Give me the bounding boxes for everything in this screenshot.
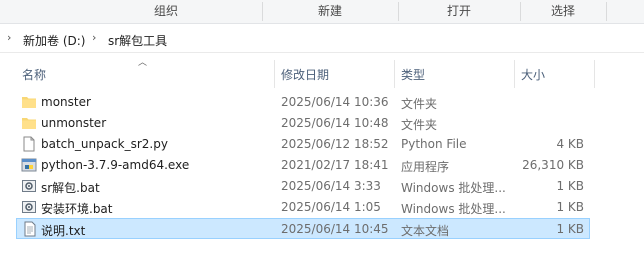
file-type: 文件夹	[401, 118, 438, 132]
file-type: 文本文档	[401, 224, 450, 238]
file-name: 说明.txt	[41, 224, 86, 238]
file-name: python-3.7.9-amd64.exe	[41, 158, 190, 172]
ribbon-group-select[interactable]: 选择	[520, 0, 606, 22]
ribbon-divider	[606, 2, 607, 21]
folder-icon	[21, 115, 37, 131]
file-row-readme-txt[interactable]: 说明.txt 2025/06/14 10:45 文本文档 1 KB	[16, 218, 590, 239]
chevron-right-icon[interactable]: ›	[7, 31, 11, 44]
ribbon-group-new[interactable]: 新建	[262, 0, 398, 22]
column-header-type[interactable]: 类型	[401, 66, 425, 83]
file-name: monster	[41, 95, 91, 109]
breadcrumb[interactable]: › 新加卷 (D:) › sr解包工具	[0, 25, 644, 53]
file-type: 文件夹	[401, 97, 438, 111]
column-divider[interactable]	[514, 60, 515, 88]
text-file-icon	[22, 221, 38, 237]
file-name: 安装环境.bat	[41, 202, 113, 216]
installer-icon	[21, 157, 37, 173]
column-divider[interactable]	[394, 60, 395, 88]
column-header-name[interactable]: 名称	[22, 66, 46, 83]
file-row-unmonster[interactable]: unmonster 2025/06/14 10:48 文件夹	[16, 113, 590, 134]
file-modified: 2025/06/14 10:45	[281, 222, 389, 236]
file-type: Windows 批处理...	[401, 181, 506, 195]
file-name: unmonster	[41, 116, 107, 130]
file-modified: 2025/06/14 3:33	[281, 179, 381, 193]
file-row-sr-unpack-bat[interactable]: sr解包.bat 2025/06/14 3:33 Windows 批处理... …	[16, 176, 590, 197]
column-header-row: ︿ 名称 修改日期 类型 大小	[0, 55, 644, 89]
file-name: batch_unpack_sr2.py	[41, 137, 168, 151]
ribbon-group-open[interactable]: 打开	[398, 0, 520, 22]
file-size: 1 KB	[556, 222, 584, 236]
document-icon	[21, 136, 37, 152]
breadcrumb-folder[interactable]: sr解包工具	[108, 32, 167, 49]
ribbon-group-organize[interactable]: 组织	[66, 0, 266, 22]
file-size: 1 KB	[556, 200, 584, 214]
column-header-size[interactable]: 大小	[521, 66, 545, 83]
batch-file-icon	[21, 199, 37, 215]
breadcrumb-drive[interactable]: 新加卷 (D:)	[23, 32, 85, 49]
file-size: 4 KB	[556, 137, 584, 151]
file-row-install-env-bat[interactable]: 安装环境.bat 2025/06/14 1:05 Windows 批处理... …	[16, 197, 590, 218]
file-modified: 2021/02/17 18:41	[281, 158, 389, 172]
folder-icon	[21, 94, 37, 110]
file-type: 应用程序	[401, 160, 450, 174]
chevron-right-icon[interactable]: ›	[92, 31, 96, 44]
file-type: Windows 批处理...	[401, 202, 506, 216]
file-size: 26,310 KB	[522, 158, 584, 172]
file-size: 1 KB	[556, 179, 584, 193]
file-row-monster[interactable]: monster 2025/06/14 10:36 文件夹	[16, 92, 590, 113]
file-row-batch-unpack[interactable]: batch_unpack_sr2.py 2025/06/12 18:52 Pyt…	[16, 134, 590, 155]
file-row-python-installer[interactable]: python-3.7.9-amd64.exe 2021/02/17 18:41 …	[16, 155, 590, 176]
column-header-modified[interactable]: 修改日期	[281, 66, 329, 83]
file-modified: 2025/06/14 10:36	[281, 95, 389, 109]
ribbon-group-bar: 组织 新建 打开 选择	[0, 0, 644, 24]
file-modified: 2025/06/14 1:05	[281, 200, 381, 214]
column-divider[interactable]	[274, 60, 275, 88]
file-modified: 2025/06/12 18:52	[281, 137, 389, 151]
column-divider[interactable]	[594, 60, 595, 88]
file-type: Python File	[401, 137, 467, 151]
batch-file-icon	[21, 178, 37, 194]
sort-up-icon: ︿	[138, 58, 148, 68]
file-name: sr解包.bat	[41, 181, 100, 195]
file-modified: 2025/06/14 10:48	[281, 116, 389, 130]
